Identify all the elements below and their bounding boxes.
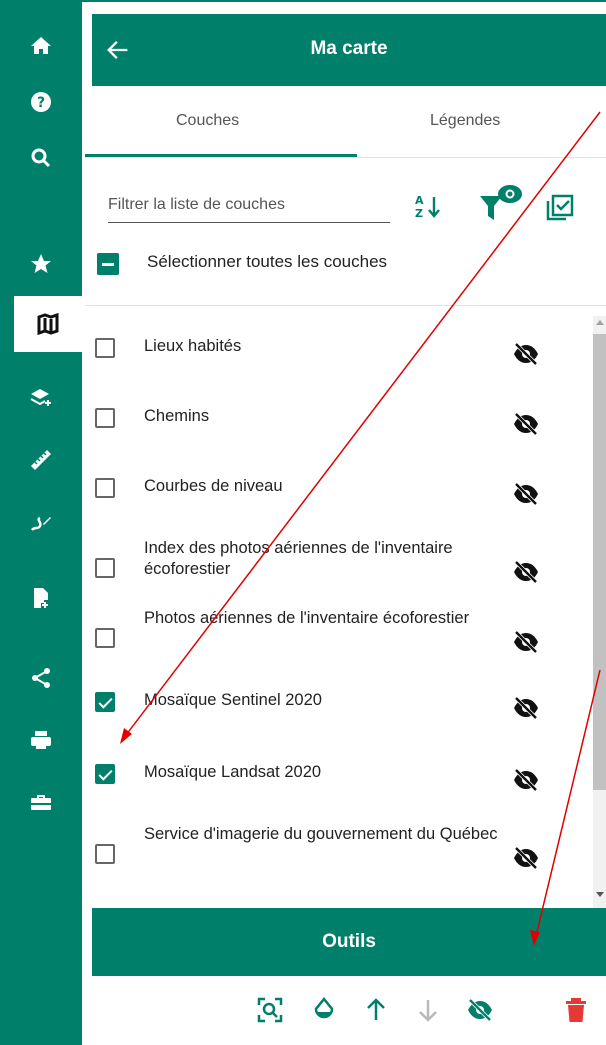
tab-layers[interactable]: Couches <box>176 112 239 130</box>
layer-checkbox[interactable] <box>95 844 115 864</box>
import-file-icon[interactable] <box>0 570 82 626</box>
select-visible-icon[interactable] <box>544 193 576 223</box>
layer-label: Courbes de niveau <box>144 477 283 495</box>
select-all-label: Sélectionner toutes les couches <box>147 252 388 271</box>
scroll-down-arrow-icon[interactable] <box>596 892 604 897</box>
map-icon[interactable] <box>14 296 82 352</box>
home-icon[interactable] <box>0 18 82 74</box>
layer-checkbox[interactable] <box>95 338 115 358</box>
svg-text:A: A <box>415 194 424 207</box>
layer-row[interactable]: Mosaïque Landsat 2020 <box>85 742 593 806</box>
ruler-icon[interactable] <box>0 432 82 488</box>
layer-checkbox[interactable] <box>95 692 115 712</box>
tab-legends[interactable]: Légendes <box>430 112 500 130</box>
layers-add-icon[interactable] <box>0 370 82 426</box>
scrollbar-thumb[interactable] <box>593 334 606 790</box>
delete-icon[interactable] <box>562 996 590 1024</box>
layer-label: Mosaïque Sentinel 2020 <box>144 691 322 709</box>
layer-label: Chemins <box>144 407 210 425</box>
visibility-off-icon[interactable] <box>512 340 540 368</box>
svg-text:Z: Z <box>415 207 423 220</box>
sort-az-icon[interactable]: A Z <box>414 191 444 223</box>
layer-row[interactable]: Courbes de niveau <box>85 456 593 520</box>
move-up-icon[interactable] <box>362 996 390 1024</box>
search-icon[interactable] <box>0 130 82 186</box>
filter-visible-icon[interactable] <box>478 182 524 224</box>
opacity-icon[interactable] <box>310 996 338 1024</box>
visibility-off-icon[interactable] <box>512 558 540 586</box>
layer-checkbox[interactable] <box>95 408 115 428</box>
layer-label: Photos aériennes de l'inventaire écofore… <box>144 609 470 627</box>
visibility-off-icon[interactable] <box>512 480 540 508</box>
layer-row[interactable]: Index des photos aériennes de l'inventai… <box>85 526 593 590</box>
divider <box>85 305 606 306</box>
layer-checkbox[interactable] <box>95 558 115 578</box>
svg-text:?: ? <box>37 95 45 111</box>
layer-row[interactable]: Mosaïque Sentinel 2020 <box>85 670 593 734</box>
visibility-off-icon[interactable] <box>512 410 540 438</box>
layer-label: Lieux habités <box>144 337 242 355</box>
layer-label: Mosaïque Landsat 2020 <box>144 763 322 781</box>
zoom-to-layer-icon[interactable] <box>256 996 284 1024</box>
side-navigation-rail: ? <box>0 0 82 1045</box>
help-icon[interactable]: ? <box>0 74 82 130</box>
share-icon[interactable] <box>0 650 82 706</box>
layer-row[interactable]: Photos aériennes de l'inventaire écofore… <box>85 596 593 660</box>
toolbox-icon[interactable] <box>0 774 82 830</box>
layer-checkbox[interactable] <box>95 478 115 498</box>
move-down-icon[interactable] <box>414 996 442 1024</box>
tools-bar[interactable]: Outils <box>92 908 606 976</box>
layer-label: Index des photos aériennes de l'inventai… <box>144 539 453 578</box>
visibility-off-icon[interactable] <box>466 996 494 1024</box>
layer-list: Lieux habités Chemins Courbes de niveau Ind… <box>85 316 593 908</box>
draw-icon[interactable] <box>0 494 82 550</box>
tools-bar-label: Outils <box>322 931 376 952</box>
scroll-up-arrow-icon[interactable] <box>596 320 604 325</box>
print-icon[interactable] <box>0 712 82 768</box>
visibility-off-icon[interactable] <box>512 694 540 722</box>
layer-row[interactable]: Lieux habités <box>85 316 593 380</box>
panel-header: Ma carte <box>92 14 606 86</box>
visibility-off-icon[interactable] <box>512 766 540 794</box>
layer-label: Service d'imagerie du gouvernement du Qu… <box>144 825 498 843</box>
layer-checkbox[interactable] <box>95 764 115 784</box>
visibility-off-icon[interactable] <box>512 628 540 656</box>
layer-row[interactable]: Chemins <box>85 386 593 450</box>
divider <box>85 157 606 158</box>
layer-filter-input[interactable] <box>108 188 390 223</box>
star-icon[interactable] <box>0 236 82 292</box>
layer-row[interactable]: Service d'imagerie du gouvernement du Qu… <box>85 812 593 876</box>
visibility-off-icon[interactable] <box>512 844 540 872</box>
page-title: Ma carte <box>310 38 388 59</box>
layer-checkbox[interactable] <box>95 628 115 648</box>
select-all-checkbox[interactable] <box>97 253 119 275</box>
layer-row[interactable]: Relief du Québec <box>85 896 593 908</box>
